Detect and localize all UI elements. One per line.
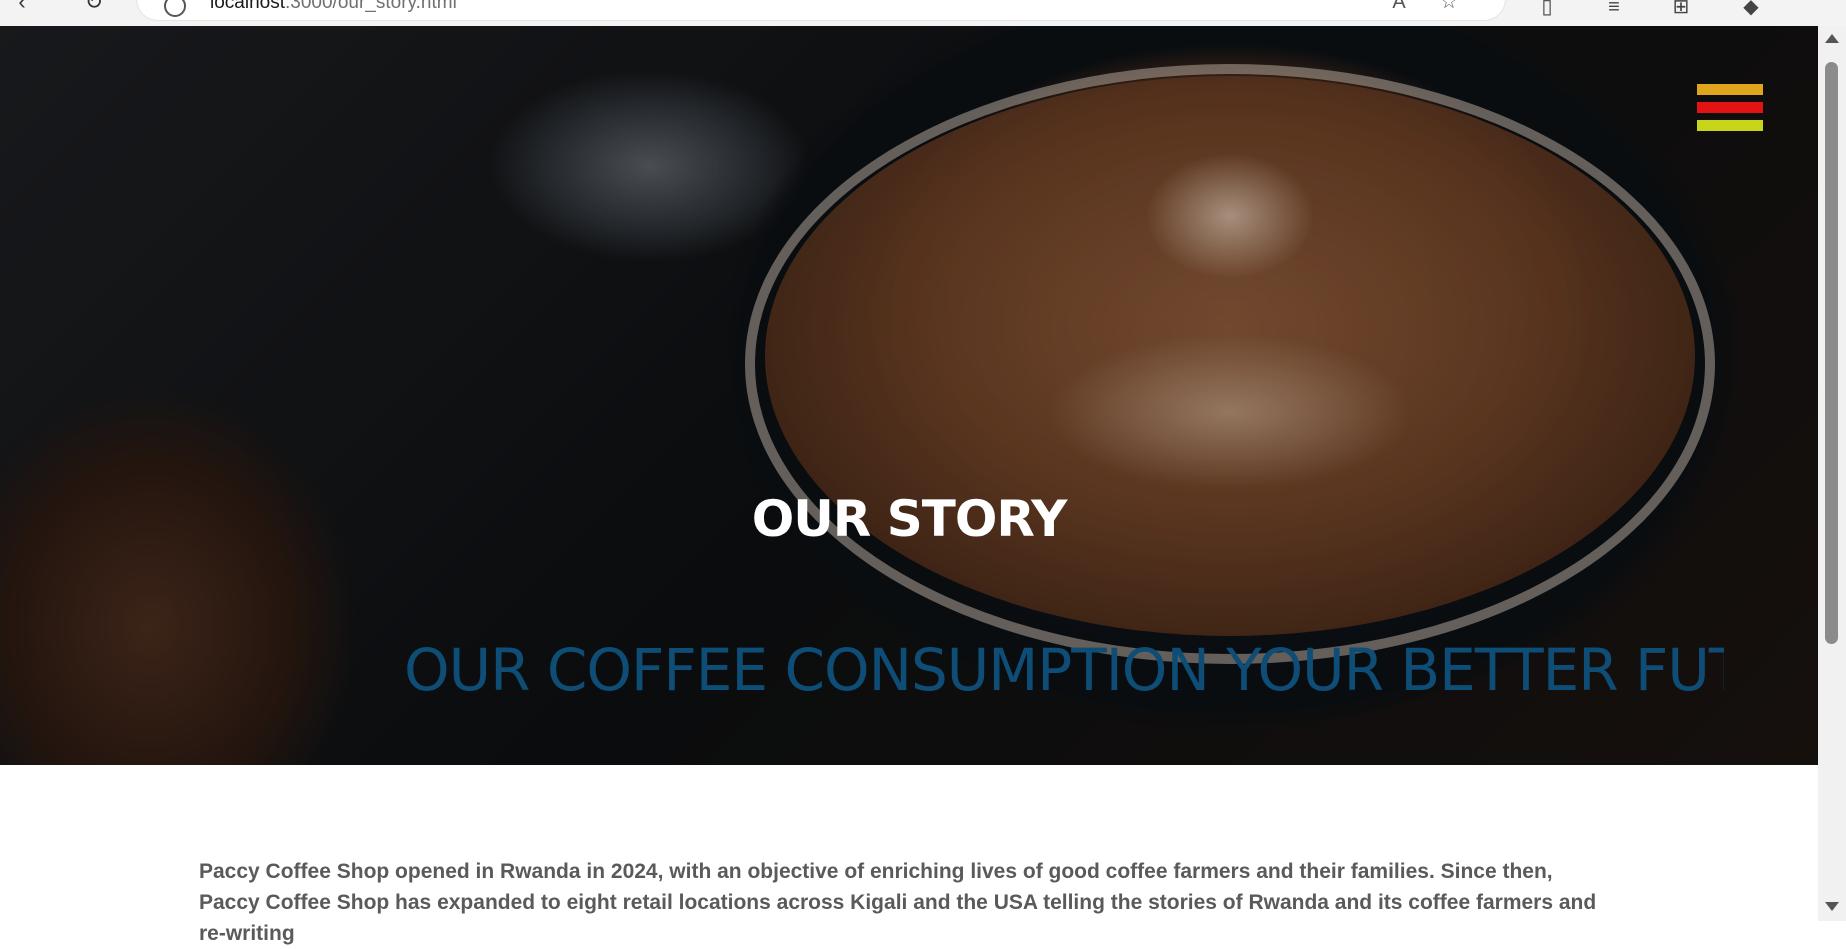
page-scrollbar[interactable]: [1818, 26, 1846, 921]
scroll-down-icon[interactable]: [1825, 902, 1839, 911]
story-paragraph: Paccy Coffee Shop opened in Rwanda in 20…: [199, 860, 1597, 945]
scroll-up-icon[interactable]: [1825, 34, 1839, 43]
url-text[interactable]: localhost:3000/our_story.html: [210, 0, 457, 14]
browser-chrome: ‹ ↻ localhost:3000/our_story.html A ☆ ▯ …: [0, 0, 1846, 26]
extension-icon[interactable]: ◆: [1738, 0, 1764, 20]
favorites-icon[interactable]: ≡: [1601, 0, 1627, 20]
site-info-icon[interactable]: [164, 0, 186, 17]
collections-icon[interactable]: ⊞: [1668, 0, 1694, 20]
split-screen-icon[interactable]: ▯: [1534, 0, 1560, 20]
read-aloud-icon[interactable]: A: [1387, 0, 1411, 14]
hamburger-menu-icon[interactable]: [1697, 84, 1763, 132]
refresh-icon[interactable]: ↻: [80, 0, 108, 16]
scroll-thumb[interactable]: [1825, 62, 1838, 644]
back-icon[interactable]: ‹: [8, 0, 36, 16]
page-title: OUR STORY: [751, 490, 1068, 548]
hero-subtitle: OUR COFFEE CONSUMPTION YOUR BETTER FUT: [404, 636, 1724, 704]
favorite-star-icon[interactable]: ☆: [1437, 0, 1461, 14]
address-bar[interactable]: localhost:3000/our_story.html A ☆: [137, 0, 1505, 20]
